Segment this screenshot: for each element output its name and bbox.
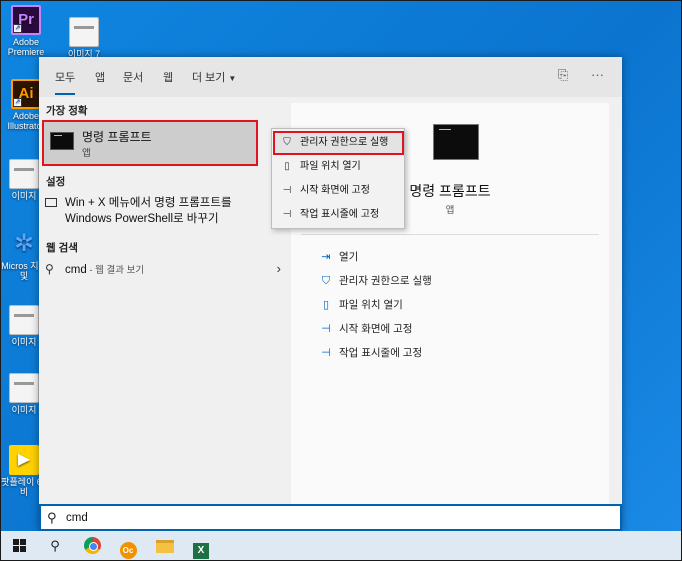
start-button[interactable]: [4, 534, 34, 557]
folder-icon: [156, 540, 174, 553]
taskbar-excel[interactable]: X: [186, 534, 216, 559]
settings-heading: 설정: [46, 176, 66, 188]
excel-icon: X: [193, 543, 209, 559]
search-icon: ⚲: [50, 538, 60, 553]
shield-icon: ⛉: [283, 137, 291, 148]
image-file-icon: [69, 17, 99, 47]
tab-more[interactable]: 더 보기 ▼: [192, 69, 236, 85]
more-options-icon[interactable]: ···: [591, 67, 604, 82]
settings-item-label: Win + X 메뉴에서 명령 프롬프트를 Windows PowerShell…: [65, 197, 232, 225]
oc-app-icon: Oc: [119, 542, 137, 559]
play-icon: ▶: [9, 445, 39, 475]
desktop-icon-label: Adobe Premiere: [7, 37, 45, 57]
action-open-file-location[interactable]: ▯ 파일 위치 열기: [319, 297, 403, 313]
action-run-as-admin[interactable]: ⛉ 관리자 권한으로 실행: [319, 273, 432, 289]
web-search-query: cmd - 웹 결과 보기: [65, 262, 144, 276]
desktop-icon-image[interactable]: 이미지 7: [61, 17, 107, 59]
action-label: 열기: [339, 251, 359, 263]
action-label: 시작 화면에 고정: [339, 323, 413, 335]
search-box: ⚲: [39, 504, 622, 531]
action-label: 파일 위치 열기: [339, 299, 403, 311]
tab-web[interactable]: 웹: [163, 69, 173, 85]
chrome-icon: [83, 537, 101, 554]
windows-icon: [12, 539, 26, 552]
divider: [301, 234, 599, 235]
chevron-right-icon[interactable]: ›: [277, 261, 281, 276]
image-file-icon: [9, 373, 39, 403]
context-item-label: 관리자 권한으로 실행: [300, 137, 389, 148]
action-label: 작업 표시줄에 고정: [339, 347, 423, 359]
chevron-down-icon: ▼: [228, 74, 237, 83]
tab-apps[interactable]: 앱: [95, 69, 105, 85]
web-search-item[interactable]: ⚲ cmd - 웹 결과 보기 ›: [45, 261, 281, 279]
best-match-item[interactable]: 명령 프롬프트 앱: [42, 120, 258, 166]
open-icon: ⇥: [321, 251, 331, 263]
pin-icon: ⊣: [321, 323, 331, 335]
best-match-subtitle: 앱: [82, 148, 91, 159]
action-open[interactable]: ⇥ 열기: [319, 249, 358, 265]
premiere-icon: Pr ↗: [11, 5, 41, 35]
action-pin-to-start[interactable]: ⊣ 시작 화면에 고정: [319, 321, 412, 337]
context-pin-to-start[interactable]: ⊣ 시작 화면에 고정: [280, 183, 370, 199]
command-prompt-icon: [433, 124, 479, 160]
pin-icon: ⊣: [282, 209, 292, 220]
context-item-label: 시작 화면에 고정: [300, 185, 370, 196]
desktop-icon-premiere[interactable]: Pr ↗ Adobe Premiere: [3, 5, 49, 57]
search-input[interactable]: [66, 509, 606, 526]
search-icon: ⚲: [47, 510, 57, 525]
action-pin-to-taskbar[interactable]: ⊣ 작업 표시줄에 고정: [319, 345, 422, 361]
shield-icon: ⛉: [321, 275, 331, 287]
web-query-text: cmd: [65, 264, 87, 276]
taskbar: ⚲ Oc X: [1, 531, 681, 560]
image-file-icon: [9, 159, 39, 189]
feedback-icon[interactable]: ⎘: [558, 67, 568, 83]
web-query-suffix: - 웹 결과 보기: [86, 265, 145, 276]
search-icon: ⚲: [45, 262, 54, 276]
pin-icon: ⊣: [282, 185, 292, 196]
context-item-label: 파일 위치 열기: [300, 161, 361, 172]
best-match-heading: 가장 정확: [46, 105, 88, 117]
file-location-icon: ▯: [322, 299, 330, 311]
taskbar-search-button[interactable]: ⚲: [40, 534, 70, 557]
tab-more-label: 더 보기: [192, 72, 226, 84]
context-pin-to-taskbar[interactable]: ⊣ 작업 표시줄에 고정: [280, 207, 380, 223]
results-list: 가장 정확 명령 프롬프트 앱 설정 Win + X 메뉴에서 명령 프롬프트를…: [39, 97, 289, 507]
tab-documents[interactable]: 문서: [123, 69, 143, 85]
context-run-as-admin[interactable]: ⛉ 관리자 권한으로 실행: [280, 135, 388, 151]
command-prompt-icon: [50, 132, 74, 150]
action-label: 관리자 권한으로 실행: [339, 275, 432, 287]
tools-icon: ✲: [13, 230, 35, 257]
context-open-file-location[interactable]: ▯ 파일 위치 열기: [280, 159, 361, 175]
pin-icon: ⊣: [321, 347, 331, 359]
context-menu: ⛉ 관리자 권한으로 실행 ▯ 파일 위치 열기 ⊣ 시작 화면에 고정 ⊣ 작업 표시…: [271, 128, 405, 229]
display-icon: [45, 198, 57, 207]
image-file-icon: [9, 305, 39, 335]
taskbar-oc[interactable]: Oc: [113, 534, 143, 559]
best-match-title: 명령 프롬프트: [82, 130, 152, 144]
search-tab-bar: 모두 앱 문서 웹 더 보기 ▼ ⎘ ···: [39, 57, 622, 97]
web-search-heading: 웹 검색: [46, 242, 78, 254]
file-location-icon: ▯: [284, 161, 290, 172]
tab-all[interactable]: 모두: [55, 69, 76, 95]
context-item-label: 작업 표시줄에 고정: [300, 209, 380, 220]
taskbar-chrome[interactable]: [77, 534, 107, 557]
taskbar-file-explorer[interactable]: [150, 534, 180, 557]
illustrator-icon: Ai ↗: [11, 79, 41, 109]
